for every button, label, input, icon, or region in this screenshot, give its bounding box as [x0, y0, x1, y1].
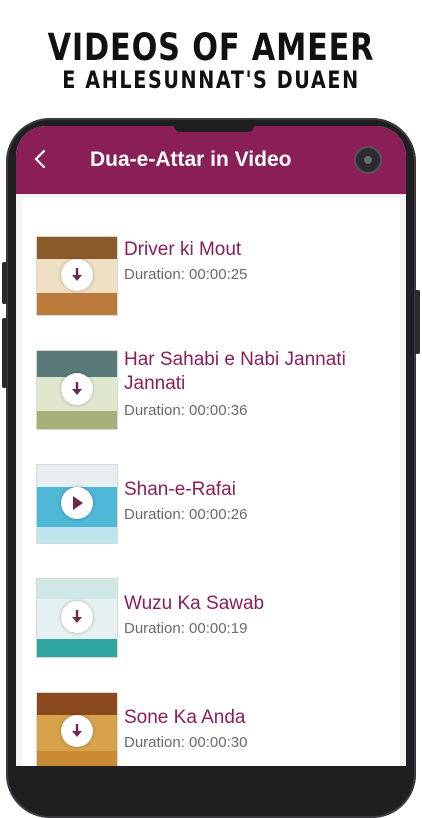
download-icon[interactable]: [61, 601, 93, 633]
download-icon[interactable]: [61, 715, 93, 747]
phone-side-button: [415, 290, 420, 354]
video-duration: Duration: 00:00:26: [124, 506, 248, 523]
video-list[interactable]: Driver ki Mout Duration: 00:00:25 Har Sa…: [22, 198, 400, 766]
video-thumbnail[interactable]: [36, 464, 118, 544]
video-duration: Duration: 00:00:36: [124, 402, 248, 419]
download-icon[interactable]: [61, 373, 93, 405]
video-title[interactable]: Shan-e-Rafai: [124, 478, 394, 502]
video-list-item[interactable]: Wuzu Ka Sawab Duration: 00:00:19: [22, 570, 400, 670]
video-duration: Duration: 00:00:25: [124, 266, 248, 283]
video-list-item[interactable]: Har Sahabi e Nabi Jannati Jannati Durati…: [22, 342, 400, 442]
promo-title-line1: VIDEOS OF AMEER: [47, 26, 375, 69]
download-icon[interactable]: [61, 487, 93, 519]
camera-icon: [356, 148, 380, 172]
video-title[interactable]: Wuzu Ka Sawab: [124, 592, 394, 616]
video-thumbnail[interactable]: [36, 350, 118, 430]
video-duration: Duration: 00:00:19: [124, 620, 248, 637]
page-title: Dua-e-Attar in Video: [90, 148, 292, 171]
video-duration: Duration: 00:00:30: [124, 734, 248, 751]
video-list-item[interactable]: Driver ki Mout Duration: 00:00:25: [22, 228, 400, 328]
chevron-left-icon[interactable]: [30, 148, 52, 170]
promo-title-line2: E AHLESUNNAT'S DUAEN: [62, 66, 360, 94]
video-list-item[interactable]: Sone Ka Anda Duration: 00:00:30: [22, 684, 400, 766]
notch: [174, 126, 254, 132]
phone-side-button: [2, 318, 7, 388]
video-thumbnail[interactable]: [36, 236, 118, 316]
app-bar: Dua-e-Attar in Video: [16, 126, 406, 194]
video-title[interactable]: Har Sahabi e Nabi Jannati Jannati: [124, 348, 394, 396]
download-icon[interactable]: [61, 259, 93, 291]
phone-side-button: [2, 262, 7, 304]
video-thumbnail[interactable]: [36, 578, 118, 658]
app-screen: Dua-e-Attar in Video Driver ki Mout Dura…: [16, 126, 406, 766]
video-title[interactable]: Sone Ka Anda: [124, 706, 394, 730]
video-title[interactable]: Driver ki Mout: [124, 238, 394, 262]
video-list-item[interactable]: Shan-e-Rafai Duration: 00:00:26: [22, 456, 400, 556]
video-thumbnail[interactable]: [36, 692, 118, 766]
